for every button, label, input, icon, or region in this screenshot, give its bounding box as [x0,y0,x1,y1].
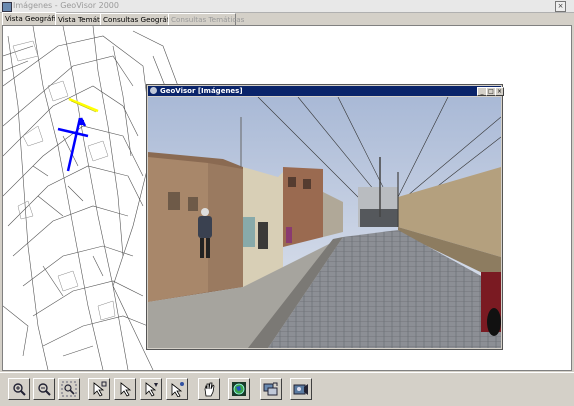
photo-view-button[interactable] [290,378,312,400]
select-arrow-icon [120,382,132,397]
photo-close-button[interactable]: × [495,87,504,96]
tab-consultas-tematicas: Consultas Temáticas [168,13,244,25]
zoom-extent-icon [61,381,77,397]
photo-viewer-window[interactable]: GeoVisor [Imágenes] _ □ × [146,84,504,350]
pan-hand-icon [204,382,215,397]
zoom-extent-button[interactable] [58,378,80,400]
zoom-out-icon [38,383,51,396]
street-photo [148,97,501,348]
zoom-out-button[interactable] [33,378,55,400]
select-pointer-icon [93,381,107,397]
tab-vista-geografica[interactable]: Vista Geográfica [2,12,64,25]
select-edit-icon [145,382,158,397]
select-arrow-button[interactable] [114,378,136,400]
tab-strip: Vista Geográfica Vista Temática Consulta… [0,12,574,25]
layers-button[interactable] [260,378,282,400]
window-title: Imágenes - GeoVisor 2000 [13,1,119,10]
zoom-in-button[interactable] [8,378,30,400]
layers-icon [263,382,278,396]
photo-window-title: GeoVisor [Imágenes] [160,87,243,95]
identify-pointer-button[interactable] [166,378,188,400]
pan-hand-button[interactable] [198,378,220,400]
identify-pointer-icon [171,382,184,397]
window-close-button[interactable]: × [555,1,566,12]
select-edit-button[interactable] [140,378,162,400]
photo-view-icon [293,384,308,395]
app-icon [2,2,12,12]
globe-button[interactable] [228,378,250,400]
tab-vista-tematica[interactable]: Vista Temática [55,13,110,25]
photo-window-icon [150,87,157,94]
select-pointer-button[interactable] [88,378,110,400]
photo-window-titlebar[interactable]: GeoVisor [Imágenes] _ □ × [148,86,504,96]
map-toolbar [0,372,574,406]
map-panel: GeoVisor [Imágenes] _ □ × [2,25,572,371]
tab-consultas-geograficas[interactable]: Consultas Geográficas [100,13,183,25]
globe-icon [232,382,246,396]
zoom-in-icon [13,383,26,396]
